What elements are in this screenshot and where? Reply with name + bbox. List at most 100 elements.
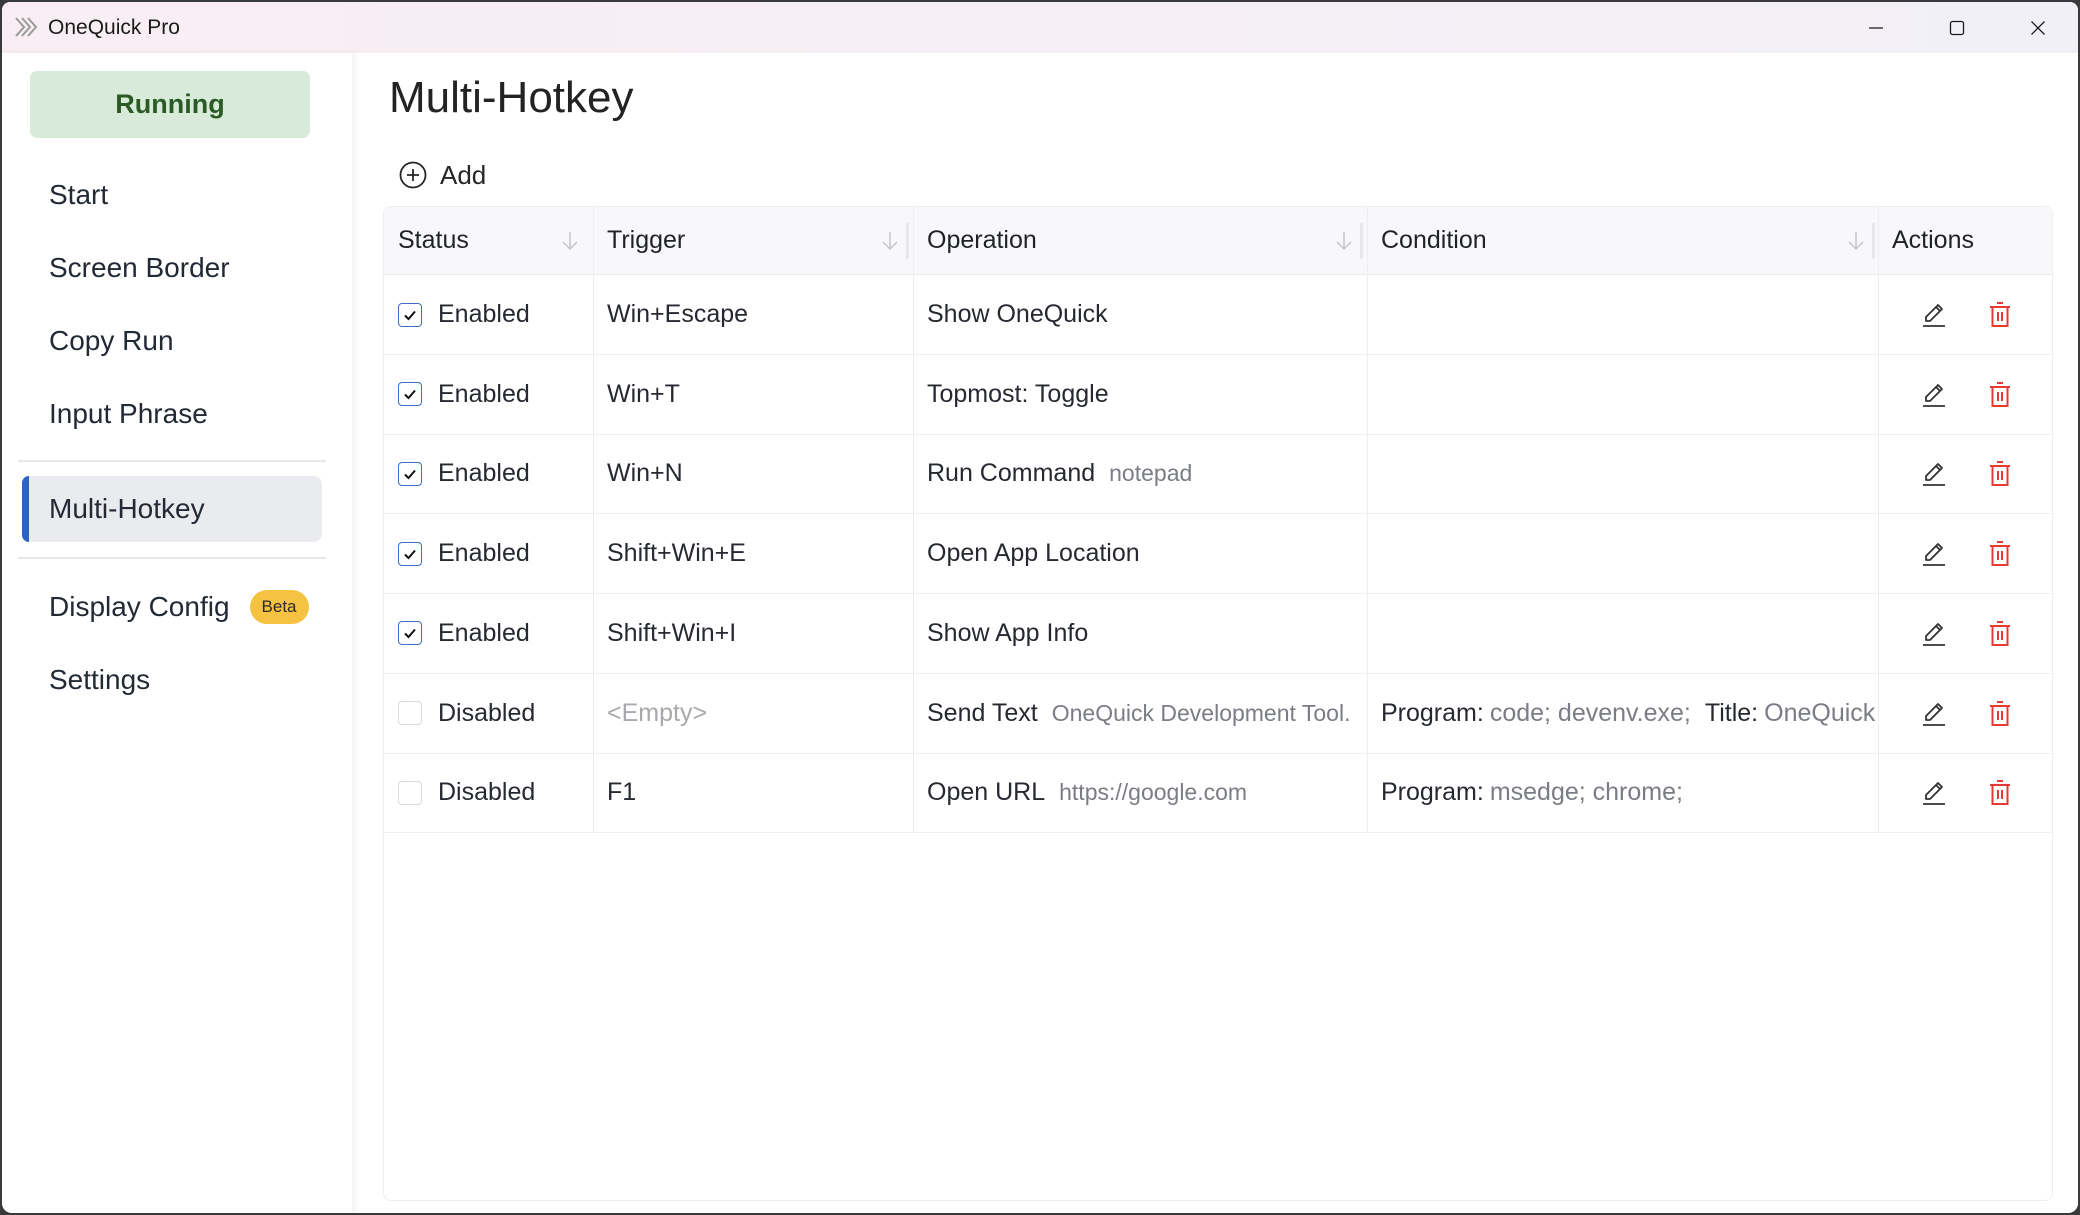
delete-button[interactable] [1984, 698, 2016, 730]
column-resize-handle[interactable] [1872, 223, 1875, 259]
delete-button[interactable] [1984, 777, 2016, 809]
operation-name: Show App Info [927, 618, 1089, 647]
column-header-label: Actions [1892, 226, 1974, 254]
trigger-value: <Empty> [607, 698, 708, 727]
trigger-value: Shift+Win+I [607, 618, 737, 647]
status-cell: Enabled [384, 275, 593, 354]
sidebar-item-label: Input Phrase [49, 398, 208, 429]
enable-checkbox[interactable] [398, 382, 422, 407]
running-status-button[interactable]: Running [30, 71, 310, 138]
trash-icon [1990, 620, 2010, 646]
edit-pencil-icon [1923, 383, 1945, 407]
sidebar-divider [18, 460, 326, 462]
beta-badge: Beta [249, 590, 309, 624]
sidebar-item-input-phrase[interactable]: Input Phrase [22, 381, 322, 447]
sidebar-item-start[interactable]: Start [22, 162, 322, 228]
delete-button[interactable] [1984, 458, 2016, 490]
sidebar-item-copy-run[interactable]: Copy Run [22, 308, 322, 374]
delete-button[interactable] [1984, 538, 2016, 570]
trigger-cell: Win+Escape [593, 275, 913, 354]
edit-button[interactable] [1918, 458, 1950, 490]
trigger-value: Shift+Win+E [607, 539, 746, 568]
column-header-operation[interactable]: Operation [913, 207, 1367, 274]
enable-checkbox[interactable] [398, 461, 422, 486]
close-button[interactable] [1998, 2, 2078, 53]
edit-button[interactable] [1918, 299, 1950, 331]
edit-button[interactable] [1918, 618, 1950, 650]
enable-checkbox[interactable] [398, 701, 422, 725]
delete-button[interactable] [1984, 618, 2016, 650]
page-title: Multi-Hotkey [389, 73, 634, 122]
table-row[interactable]: Enabled Shift+Win+E Open App Location [384, 514, 2052, 595]
sidebar-item-label: Multi-Hotkey [49, 493, 205, 524]
sort-arrow-icon[interactable] [1334, 229, 1354, 253]
operation-cell: Open URL https://google.com [913, 753, 1367, 832]
column-header-trigger[interactable]: Trigger [593, 207, 913, 274]
edit-button[interactable] [1918, 698, 1950, 730]
condition-value: code; devenv.exe; [1489, 698, 1691, 727]
checkmark-icon [404, 469, 416, 480]
checkmark-icon [404, 310, 416, 320]
operation-cell: Run Command notepad [913, 434, 1367, 513]
trigger-cell: Win+T [593, 355, 913, 434]
operation-cell: Show OneQuick [913, 275, 1367, 354]
delete-button[interactable] [1984, 379, 2016, 411]
edit-pencil-icon [1923, 304, 1945, 327]
condition-key: Program: [1381, 778, 1484, 807]
sidebar-item-display-config[interactable]: Display Config Beta [22, 574, 322, 640]
operation-cell: Topmost: Toggle [913, 355, 1367, 434]
close-icon [2031, 20, 2045, 35]
column-header-condition[interactable]: Condition [1367, 207, 1878, 274]
edit-button[interactable] [1918, 538, 1950, 570]
edit-pencil-icon [1923, 543, 1945, 566]
enable-checkbox[interactable] [398, 541, 422, 566]
condition-value: msedge; chrome; [1489, 778, 1683, 807]
column-resize-handle[interactable] [906, 223, 909, 259]
status-label: Disabled [438, 778, 536, 807]
edit-pencil-icon [1923, 702, 1945, 726]
trigger-cell: Shift+Win+E [593, 514, 913, 593]
sort-arrow-icon[interactable] [1846, 229, 1866, 253]
trash-icon [1990, 302, 2010, 327]
operation-name: Run Command [927, 459, 1096, 488]
sort-arrow-icon[interactable] [560, 229, 580, 253]
minimize-button[interactable] [1836, 2, 1916, 53]
trash-icon [1990, 461, 2010, 487]
column-resize-handle[interactable] [1360, 223, 1363, 259]
sort-arrow-icon[interactable] [880, 229, 900, 253]
condition-cell [1367, 434, 1878, 513]
maximize-icon [1949, 20, 1965, 35]
operation-name: Open App Location [927, 539, 1140, 568]
app-logo-icon [15, 17, 38, 37]
add-button[interactable]: Add [398, 157, 486, 193]
condition-key: Title: [1704, 698, 1759, 727]
enable-checkbox[interactable] [398, 780, 422, 805]
sidebar-item-settings[interactable]: Settings [22, 647, 322, 713]
table-row[interactable]: Enabled Shift+Win+I Show App Info [384, 594, 2052, 674]
table-row[interactable]: Enabled Win+N Run Command notepad [384, 434, 2052, 515]
sidebar-item-screen-border[interactable]: Screen Border [22, 235, 322, 301]
status-label: Disabled [438, 698, 536, 727]
edit-button[interactable] [1918, 777, 1950, 809]
table-row[interactable]: Disabled <Empty> Send Text OneQuick Develop… [384, 674, 2052, 754]
title-bar: OneQuick Pro [2, 2, 2078, 53]
sidebar-item-label: Start [49, 179, 109, 210]
delete-button[interactable] [1984, 299, 2016, 331]
table-row[interactable]: Enabled Win+T Topmost: Toggle [384, 355, 2052, 435]
app-window: OneQuick Pro Running Start Screen Border… [2, 2, 2078, 1213]
sidebar-divider [18, 557, 326, 559]
edit-button[interactable] [1918, 379, 1950, 411]
checkmark-icon [404, 549, 416, 560]
table-row[interactable]: Disabled F1 Open URL https://google.com Prog… [384, 753, 2052, 834]
maximize-button[interactable] [1917, 2, 1997, 53]
status-cell: Disabled [384, 753, 593, 832]
operation-cell: Send Text OneQuick Development Tool. [913, 674, 1367, 753]
enable-checkbox[interactable] [398, 302, 422, 327]
table-row[interactable]: Enabled Win+Escape Show OneQuick [384, 275, 2052, 355]
trigger-cell: Shift+Win+I [593, 594, 913, 673]
trigger-value: F1 [607, 778, 637, 807]
column-header-label: Trigger [607, 226, 686, 254]
condition-cell [1367, 275, 1878, 354]
enable-checkbox[interactable] [398, 621, 422, 646]
sidebar-item-multi-hotkey[interactable]: Multi-Hotkey [22, 476, 322, 542]
